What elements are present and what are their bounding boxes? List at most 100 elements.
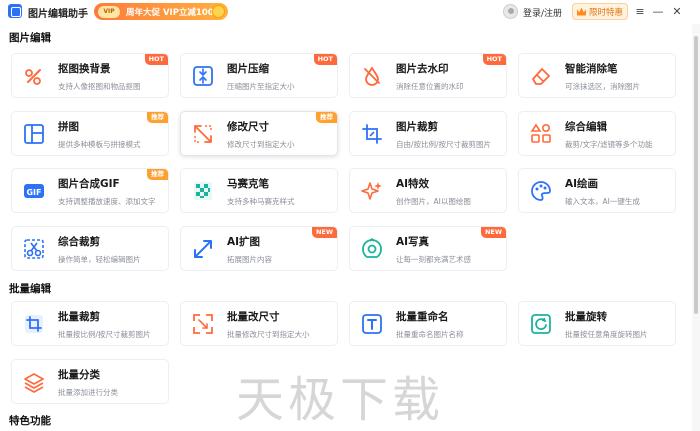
- card-ai-portrait[interactable]: AI写真 让每一刻都充满艺术感 NEW: [349, 226, 507, 271]
- batch-rotate-icon: [530, 313, 552, 335]
- card-desc: 提供多种模板与拼接模式: [58, 140, 141, 149]
- section-title-edit: 图片编辑: [9, 32, 51, 44]
- card-desc: 批量添加进行分类: [58, 388, 118, 397]
- compress-icon: [192, 65, 214, 87]
- login-link[interactable]: 登录/注册: [523, 6, 562, 19]
- card-composite-edit[interactable]: 综合编辑 裁剪/文字/滤镜等多个功能: [518, 111, 676, 156]
- eraser-icon: [530, 65, 552, 87]
- mosaic-icon: [192, 180, 214, 202]
- card-desc: 输入文本，AI一键生成: [565, 197, 640, 206]
- card-ai-effect[interactable]: AI特效 创作图片，AI以图绘图: [349, 168, 507, 213]
- card-gif[interactable]: GIF 图片合成GIF 支持调整播放速度、添加文字 推荐: [11, 168, 169, 213]
- card-batch-crop[interactable]: 批量裁剪 批量按比例/按尺寸裁剪图片: [11, 301, 169, 346]
- recommend-badge: 推荐: [147, 112, 168, 123]
- gif-icon: GIF: [23, 180, 45, 202]
- app-logo-icon: [8, 4, 22, 18]
- card-batch-classify[interactable]: 批量分类 批量添加进行分类: [11, 359, 169, 404]
- card-desc: 让每一刻都充满艺术感: [396, 255, 471, 264]
- card-desc: 裁剪/文字/滤镜等多个功能: [565, 140, 653, 149]
- card-title: 拼图: [58, 121, 79, 133]
- card-batch-rename[interactable]: 批量重命名 批量重命名图片名称: [349, 301, 507, 346]
- cutout-icon: [23, 65, 45, 87]
- hot-badge: HOT: [482, 54, 506, 65]
- card-desc: 支持调整播放速度、添加文字: [58, 197, 156, 206]
- card-desc: 自由/按比例/按尺寸裁剪图片: [396, 140, 492, 149]
- card-mosaic[interactable]: 马赛克笔 支持多种马赛克样式: [180, 168, 338, 213]
- card-crop[interactable]: 图片裁剪 自由/按比例/按尺寸裁剪图片: [349, 111, 507, 156]
- scrollbar-thumb[interactable]: [694, 36, 698, 314]
- ai-portrait-icon: [361, 238, 383, 260]
- card-desc: 压缩图片至指定大小: [227, 82, 295, 91]
- recommend-badge: 推荐: [147, 169, 168, 180]
- card-title: AI特效: [396, 178, 430, 190]
- composite-crop-icon: [23, 238, 45, 260]
- card-title: AI绘画: [565, 178, 599, 190]
- card-title: 图片压缩: [227, 63, 269, 75]
- batch-crop-icon: [23, 313, 45, 335]
- card-ai-paint[interactable]: AI绘画 输入文本，AI一键生成: [518, 168, 676, 213]
- batch-rename-icon: [361, 313, 383, 335]
- card-title: 修改尺寸: [227, 121, 269, 133]
- card-title: 批量重命名: [396, 311, 449, 323]
- scrollbar[interactable]: [692, 24, 700, 431]
- card-title: 图片合成GIF: [58, 178, 120, 190]
- card-collage[interactable]: 拼图 提供多种模板与拼接模式 推荐: [11, 111, 169, 156]
- resize-icon: [192, 123, 214, 145]
- recommend-badge: 推荐: [316, 112, 337, 123]
- card-batch-rotate[interactable]: 批量旋转 批量按任意角度旋转图片: [518, 301, 676, 346]
- card-title: AI扩图: [227, 236, 261, 248]
- batch-resize-icon: [192, 313, 214, 335]
- card-desc: 可涂抹选区，消除图片: [565, 82, 640, 91]
- card-title: 综合裁剪: [58, 236, 100, 248]
- card-desc: 批量修改尺寸到指定大小: [227, 330, 310, 339]
- ai-expand-icon: [192, 238, 214, 260]
- composite-edit-icon: [530, 123, 552, 145]
- card-desc: 创作图片，AI以图绘图: [396, 197, 471, 206]
- remove-watermark-icon: [361, 65, 383, 87]
- vip-offer-label: 限时特惠: [588, 7, 623, 18]
- svg-text:GIF: GIF: [26, 188, 41, 197]
- new-badge: NEW: [311, 227, 337, 238]
- card-title: 图片去水印: [396, 63, 449, 75]
- card-desc: 批量按比例/按尺寸裁剪图片: [58, 330, 151, 339]
- card-smart-eraser[interactable]: 智能消除笔 可涂抹选区，消除图片: [518, 53, 676, 98]
- batch-classify-icon: [23, 371, 45, 393]
- card-desc: 批量重命名图片名称: [396, 330, 464, 339]
- promo-text: 周年大促 VIP立减100元: [126, 7, 223, 18]
- ai-effect-icon: [361, 180, 383, 202]
- card-desc: 消除任意位置的水印: [396, 82, 464, 91]
- card-title: 马赛克笔: [227, 178, 269, 190]
- title-bar: 图片编辑助手 VIP 周年大促 VIP立减100元 登录/注册 限时特惠 ≡ —…: [0, 0, 700, 24]
- card-title: 智能消除笔: [565, 63, 618, 75]
- ai-paint-icon: [530, 180, 552, 202]
- promo-vip-badge: VIP: [98, 5, 120, 18]
- card-title: 抠图换背景: [58, 63, 111, 75]
- close-button[interactable]: ✕: [670, 3, 684, 19]
- section-title-special: 特色功能: [9, 415, 51, 427]
- avatar[interactable]: [503, 4, 518, 19]
- menu-button[interactable]: ≡: [633, 3, 647, 19]
- card-resize[interactable]: 修改尺寸 修改尺寸到指定大小 推荐: [180, 111, 338, 156]
- card-compress[interactable]: 图片压缩 压缩图片至指定大小 HOT: [180, 53, 338, 98]
- hot-badge: HOT: [313, 54, 337, 65]
- card-title: 批量分类: [58, 369, 100, 381]
- minimize-button[interactable]: —: [651, 3, 665, 19]
- crown-icon: [576, 7, 586, 16]
- card-desc: 批量按任意角度旋转图片: [565, 330, 648, 339]
- card-title: 综合编辑: [565, 121, 607, 133]
- app-title: 图片编辑助手: [28, 9, 88, 20]
- card-desc: 支持多种马赛克样式: [227, 197, 295, 206]
- section-title-batch: 批量编辑: [9, 283, 51, 295]
- new-badge: NEW: [480, 227, 506, 238]
- promo-banner[interactable]: VIP 周年大促 VIP立减100元: [94, 3, 228, 20]
- card-title: AI写真: [396, 236, 430, 248]
- crop-icon: [361, 123, 383, 145]
- card-composite-crop[interactable]: 综合裁剪 操作简单，轻松编辑图片: [11, 226, 169, 271]
- card-batch-resize[interactable]: 批量改尺寸 批量修改尺寸到指定大小: [180, 301, 338, 346]
- card-ai-expand[interactable]: AI扩图 拓展图片内容 NEW: [180, 226, 338, 271]
- card-desc: 拓展图片内容: [227, 255, 272, 264]
- vip-offer-button[interactable]: 限时特惠: [572, 3, 628, 20]
- card-cutout[interactable]: 抠图换背景 支持人像抠图和物品抠图 HOT: [11, 53, 169, 98]
- card-remove-watermark[interactable]: 图片去水印 消除任意位置的水印 HOT: [349, 53, 507, 98]
- watermark-text: 天极下载: [236, 372, 445, 428]
